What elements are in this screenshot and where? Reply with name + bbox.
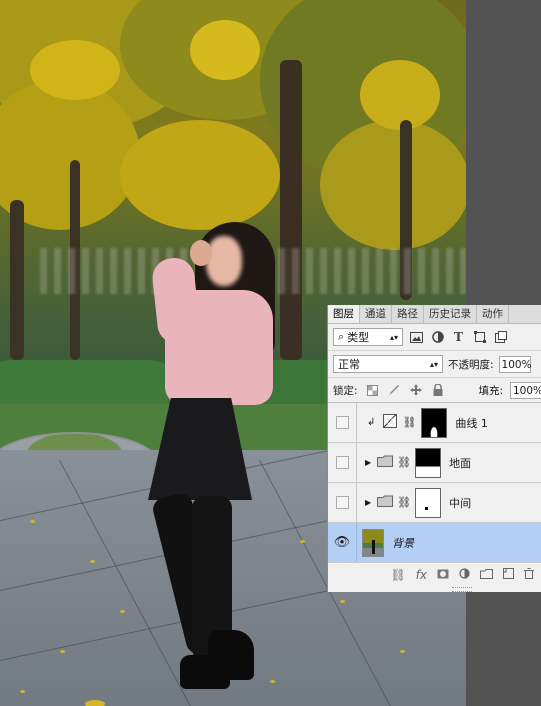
tab-paths[interactable]: 路径 [392, 305, 424, 323]
folder-icon [377, 495, 394, 510]
new-layer-icon[interactable] [503, 568, 514, 582]
shape-filter-icon[interactable] [472, 330, 487, 345]
lock-paint-icon[interactable] [387, 383, 402, 398]
visibility-off-box [335, 496, 349, 509]
right-boot [208, 630, 254, 680]
blend-mode-select[interactable]: 正常 ▴▾ [333, 355, 443, 373]
layer-row-ground-group[interactable]: ▶ ⛓ 地面 [328, 443, 541, 483]
tab-layers[interactable]: 图层 [328, 305, 360, 323]
thumbnail-figure [372, 539, 375, 554]
search-icon: ⌕ [338, 330, 345, 343]
tree-trunk [10, 200, 24, 360]
layer-name[interactable]: 曲线 1 [455, 415, 488, 431]
ginkgo-foliage [30, 40, 120, 100]
visibility-toggle[interactable]: 👁 [328, 523, 357, 562]
lock-label: 锁定: [333, 384, 358, 397]
mask-mark [425, 506, 429, 510]
pink-sweater [165, 290, 273, 405]
ginkgo-foliage [320, 120, 466, 250]
tab-history[interactable]: 历史记录 [424, 305, 477, 323]
blend-mode-label: 正常 [338, 358, 360, 371]
layer-row-middle-group[interactable]: ▶ ⛓ 中间 [328, 483, 541, 523]
link-icon[interactable]: ⛓ [390, 568, 405, 582]
chain-link-icon: ⛓ [397, 456, 412, 469]
fallen-leaf [85, 700, 105, 706]
dropdown-arrow-icon: ▴▾ [429, 359, 438, 369]
ginkgo-foliage [190, 20, 260, 80]
ginkgo-foliage [360, 60, 440, 130]
visibility-toggle[interactable] [328, 483, 357, 522]
layer-thumbnail[interactable] [362, 528, 384, 557]
fx-icon[interactable]: fx [416, 568, 427, 582]
adjustment-icon[interactable] [459, 568, 470, 582]
tree-trunk [280, 60, 302, 360]
group-mask-thumbnail[interactable] [415, 447, 442, 478]
panel-resize-grip[interactable] [452, 587, 472, 592]
blend-row: 正常 ▴▾ 不透明度: 100% [328, 350, 541, 377]
type-filter-icon[interactable]: T [451, 330, 466, 345]
expand-arrow-icon[interactable]: ▶ [365, 498, 371, 507]
tab-channels[interactable]: 通道 [360, 305, 392, 323]
fallen-leaf [300, 540, 305, 543]
group-mask-thumbnail[interactable] [415, 487, 442, 518]
visibility-off-box [335, 456, 349, 469]
folder-icon [377, 455, 394, 470]
lock-all-icon[interactable] [431, 383, 446, 398]
fallen-leaf [20, 690, 25, 693]
visibility-off-box [335, 416, 349, 429]
ginkgo-foliage [120, 120, 280, 230]
fill-label: 填充: [478, 384, 503, 397]
filter-kind-label: 类型 [347, 331, 370, 344]
layer-name[interactable]: 背景 [392, 535, 414, 551]
layer-mask-thumbnail[interactable] [421, 407, 448, 438]
opacity-field[interactable]: 100% [498, 355, 532, 373]
trash-icon[interactable] [524, 568, 534, 582]
filter-kind-select[interactable]: ⌕ 类型 ▴▾ [333, 328, 403, 346]
expand-arrow-icon[interactable]: ▶ [365, 458, 371, 467]
fallen-leaf [120, 610, 125, 613]
tab-actions[interactable]: 动作 [477, 305, 509, 323]
layers-panel: 图层 通道 路径 历史记录 动作 ⌕ 类型 ▴▾ T 正常 ▴▾ 不透明度: 1 [327, 305, 541, 592]
layer-row-curves[interactable]: ↲ ⛓ 曲线 1 [328, 403, 541, 443]
smart-object-filter-icon[interactable] [493, 330, 508, 345]
fallen-leaf [30, 520, 35, 523]
hand [190, 240, 212, 266]
eye-icon: 👁 [333, 535, 351, 550]
image-filter-icon[interactable] [409, 330, 424, 345]
lock-transparent-icon[interactable] [365, 383, 380, 398]
clipping-arrow-icon: ↲ [367, 417, 376, 428]
adjustment-filter-icon[interactable] [430, 330, 445, 345]
visibility-toggle[interactable] [328, 443, 357, 482]
layer-row-background[interactable]: 👁 背景 [328, 523, 541, 563]
curves-adjustment-icon [383, 414, 398, 431]
layer-name[interactable]: 中间 [449, 495, 471, 511]
layer-filter-row: ⌕ 类型 ▴▾ T [328, 324, 541, 350]
dropdown-arrow-icon: ▴▾ [389, 332, 398, 342]
visibility-toggle[interactable] [328, 403, 357, 442]
fallen-leaf [60, 650, 65, 653]
chain-link-icon: ⛓ [397, 496, 412, 509]
fallen-leaf [90, 560, 95, 563]
folder-icon[interactable] [480, 568, 493, 582]
layer-name[interactable]: 地面 [449, 455, 471, 471]
chain-link-icon: ⛓ [402, 416, 417, 429]
opacity-label: 不透明度: [448, 358, 494, 371]
fallen-leaf [340, 600, 345, 603]
mask-icon[interactable] [437, 568, 449, 582]
lock-row: 锁定: 填充: 100% [328, 377, 541, 403]
fill-field[interactable]: 100% [510, 381, 541, 399]
blurred-face [206, 236, 242, 286]
panel-tabs: 图层 通道 路径 历史记录 动作 [328, 305, 541, 324]
fallen-leaf [400, 650, 405, 653]
fallen-leaf [270, 680, 275, 683]
panel-footer: ⛓ fx [328, 564, 541, 586]
lock-position-icon[interactable] [409, 383, 424, 398]
